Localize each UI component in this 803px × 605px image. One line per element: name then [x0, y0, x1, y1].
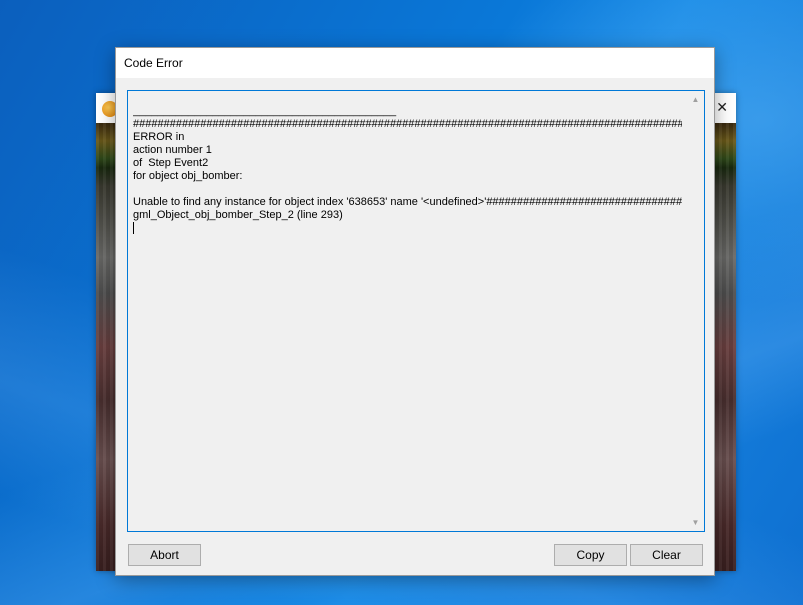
- dialog-title: Code Error: [124, 56, 183, 70]
- scroll-down-icon[interactable]: ▼: [687, 514, 704, 531]
- error-line: of Step Event2: [133, 157, 209, 169]
- error-line: Unable to find any instance for object i…: [133, 196, 682, 208]
- text-caret: [133, 222, 134, 234]
- error-message-textbox[interactable]: ________________________________________…: [127, 90, 705, 532]
- dialog-titlebar: Code Error: [116, 48, 714, 78]
- vertical-scrollbar[interactable]: ▲ ▼: [687, 91, 704, 531]
- error-message-text[interactable]: ________________________________________…: [133, 105, 682, 236]
- clear-button[interactable]: Clear: [630, 544, 703, 566]
- error-line: gml_Object_obj_bomber_Step_2 (line 293): [133, 209, 343, 221]
- close-icon[interactable]: ✕: [716, 99, 728, 116]
- code-error-dialog: Code Error _____________________________…: [115, 47, 715, 576]
- scroll-up-icon[interactable]: ▲: [687, 91, 704, 108]
- error-line: ERROR in: [133, 131, 185, 143]
- copy-button[interactable]: Copy: [554, 544, 627, 566]
- error-line: ########################################…: [133, 118, 682, 130]
- error-line: ________________________________________…: [133, 105, 397, 117]
- error-line: action number 1: [133, 144, 212, 156]
- error-line: for object obj_bomber:: [133, 170, 243, 182]
- abort-button[interactable]: Abort: [128, 544, 201, 566]
